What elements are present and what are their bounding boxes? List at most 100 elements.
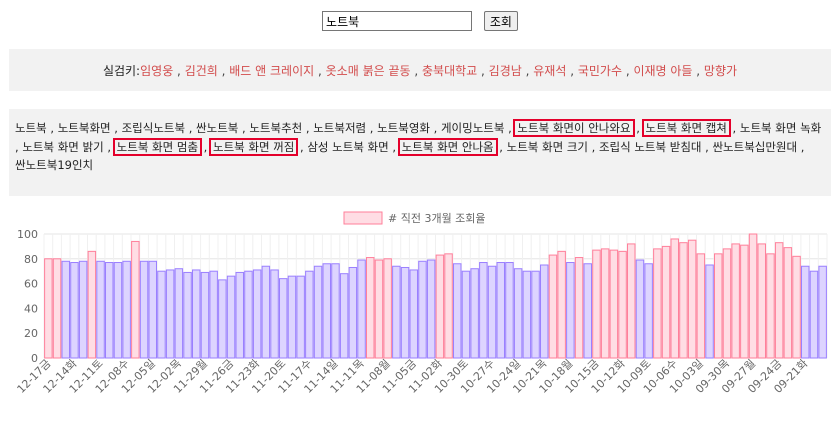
separator: , — [622, 63, 634, 78]
hot-search-link[interactable]: 김건희 — [185, 64, 218, 78]
separator: , — [728, 121, 740, 135]
bar — [618, 250, 627, 359]
bar — [244, 270, 253, 359]
bar — [583, 263, 592, 359]
separator: , — [692, 63, 704, 78]
related-keyword[interactable]: 노트북 화면 크기 — [507, 140, 588, 154]
related-keyword[interactable]: 노트북 화면 밝기 — [22, 140, 103, 154]
bar — [522, 270, 532, 359]
bar — [740, 244, 749, 359]
separator: , — [632, 121, 644, 135]
y-tick-label: 60 — [24, 278, 38, 291]
separator: , — [173, 63, 185, 78]
hot-search-link[interactable]: 충북대학교 — [422, 64, 477, 78]
bar — [731, 243, 740, 359]
related-keyword[interactable]: 노트북추천 — [249, 121, 302, 135]
hot-search-link[interactable]: 국민가수 — [578, 64, 622, 78]
bar — [226, 275, 236, 359]
hot-searches-panel: 실검키: 임영웅 , 김건희 , 배드 앤 크레이지 , 옷소매 붉은 끝동 ,… — [9, 49, 831, 91]
search-button[interactable]: 조회 — [483, 11, 518, 31]
bar — [635, 259, 645, 359]
separator: , — [110, 121, 122, 135]
bar — [748, 233, 758, 359]
related-keyword-highlighted[interactable]: 노트북 화면이 안나와요 — [513, 119, 635, 137]
hot-search-link[interactable]: 유재석 — [533, 64, 566, 78]
bar — [192, 269, 201, 359]
related-keyword[interactable]: 게이밍노트북 — [441, 121, 504, 135]
bar — [818, 265, 827, 359]
bar — [261, 265, 271, 359]
hot-searches-list: 임영웅 , 김건희 , 배드 앤 크레이지 , 옷소매 붉은 끝동 , 충북대학… — [140, 62, 737, 79]
hot-search-link[interactable]: 옷소매 붉은 끝동 — [326, 64, 411, 78]
separator: , — [46, 121, 58, 135]
hot-search-link[interactable]: 임영웅 — [140, 64, 173, 78]
related-keyword[interactable]: 싼노트북 — [196, 121, 238, 135]
related-keyword[interactable]: 삼성 노트북 화면 — [307, 140, 388, 154]
y-tick-label: 80 — [24, 253, 38, 266]
bar — [453, 263, 462, 359]
bar — [409, 269, 418, 359]
bar — [305, 270, 314, 359]
separator: , — [103, 139, 115, 154]
bar — [557, 250, 566, 359]
separator: , — [701, 139, 713, 154]
bar — [687, 239, 697, 359]
bar — [714, 253, 723, 359]
y-tick-label: 20 — [24, 327, 38, 340]
related-keyword[interactable]: 노트북영화 — [377, 121, 430, 135]
related-keyword[interactable]: 조립식 노트북 받침대 — [599, 140, 702, 154]
related-keyword-highlighted[interactable]: 노트북 화면 캡쳐 — [641, 119, 731, 137]
related-keyword[interactable]: 노트북저렴 — [313, 121, 366, 135]
bar — [792, 255, 801, 359]
bar — [122, 260, 131, 359]
bar — [348, 266, 358, 359]
bar — [139, 260, 149, 359]
bar — [252, 269, 262, 359]
hot-search-link[interactable]: 배드 앤 크레이지 — [229, 64, 314, 78]
related-keyword[interactable]: 노트북 화면 녹화 — [740, 121, 821, 135]
related-keyword[interactable]: 노트북 — [15, 121, 47, 135]
related-keyword[interactable]: 싼노트북19인치 — [15, 158, 93, 172]
bar — [679, 242, 688, 359]
related-keyword-highlighted[interactable]: 노트북 화면 안나옴 — [397, 137, 498, 156]
related-keyword-highlighted[interactable]: 노트북 화면 꺼짐 — [208, 137, 299, 156]
separator: , — [238, 121, 250, 135]
bar — [339, 273, 349, 359]
legend-swatch — [343, 211, 383, 225]
bar — [470, 268, 479, 359]
hot-searches-label: 실검키: — [102, 63, 141, 78]
related-keyword[interactable]: 노트북화면 — [58, 121, 111, 135]
bar — [801, 265, 810, 359]
separator: , — [410, 63, 423, 78]
bar — [113, 262, 123, 359]
separator: , — [477, 63, 489, 78]
hot-search-link[interactable]: 이재명 아들 — [633, 64, 692, 78]
bar — [313, 265, 323, 359]
search-input[interactable] — [322, 11, 473, 31]
separator: , — [314, 63, 326, 78]
hot-search-link[interactable]: 망향가 — [704, 64, 737, 78]
bar — [574, 257, 584, 359]
related-keyword-highlighted[interactable]: 노트북 화면 멈춤 — [112, 137, 203, 156]
separator: , — [430, 121, 441, 135]
bar — [540, 264, 549, 359]
separator: , — [587, 139, 599, 154]
bar — [705, 264, 714, 359]
bar — [209, 270, 218, 359]
related-keyword[interactable]: 조립식노트북 — [122, 121, 185, 135]
hot-search-link[interactable]: 김경남 — [489, 64, 522, 78]
bar — [218, 279, 227, 359]
bar — [87, 250, 97, 359]
bar — [322, 263, 331, 359]
bar — [548, 254, 558, 359]
bar — [270, 269, 279, 359]
bar — [61, 260, 70, 359]
bar — [722, 248, 732, 359]
bar — [444, 253, 453, 359]
related-keyword[interactable]: 싼노트북십만원대 — [712, 140, 797, 154]
separator: , — [366, 121, 378, 135]
bar — [287, 275, 297, 359]
bar — [44, 258, 53, 359]
bar — [531, 270, 540, 359]
separator: , — [200, 139, 211, 154]
